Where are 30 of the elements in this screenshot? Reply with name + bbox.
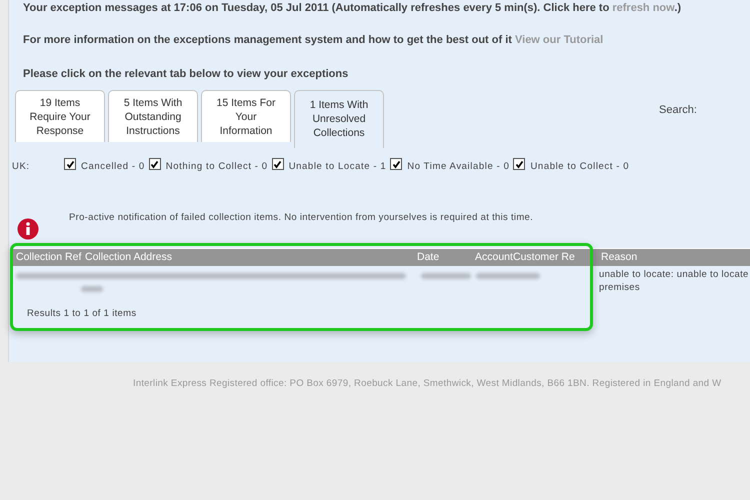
column-header: Date bbox=[417, 251, 440, 263]
column-header: Account bbox=[475, 251, 513, 263]
search-label: Search: bbox=[659, 104, 697, 116]
column-header: Collection Ref bbox=[16, 251, 82, 263]
checkbox[interactable] bbox=[390, 158, 402, 170]
results-text: Results 1 to 1 of 1 items bbox=[26, 308, 138, 319]
status-text: Your exception messages at 17:06 on Tuesday, 05 Jul 2011 (Automatically refreshes every 5 min(s). Click here to refresh now.) bbox=[23, 2, 682, 14]
checkbox[interactable] bbox=[513, 158, 526, 170]
info-text: For more information on the exceptions management system and how to get the best out of it View our Tutorial bbox=[23, 34, 604, 46]
notification-text: Pro-active notification of failed collection items. No intervention from yourselves is required at this time. bbox=[69, 212, 534, 223]
filter-label: Unable to Locate - 1 bbox=[288, 160, 386, 172]
column-header: Reason bbox=[601, 251, 638, 263]
filter-label: Unable to Collect - 0 bbox=[530, 160, 630, 172]
tab[interactable]: 19 Items Require Your Response bbox=[15, 90, 105, 142]
column-header: Collection Address bbox=[85, 251, 172, 263]
checkbox[interactable] bbox=[272, 158, 284, 170]
info-icon bbox=[17, 218, 39, 240]
table-cell: unable to locate: unable to locate premises bbox=[599, 268, 750, 294]
region-label: UK: bbox=[12, 160, 31, 172]
filter-label: Cancelled - 0 bbox=[81, 160, 145, 172]
filter-label: Nothing to Collect - 0 bbox=[166, 160, 268, 172]
checkbox[interactable] bbox=[148, 158, 161, 170]
instruction-text: Please click on the relevant tab below to view your exceptions bbox=[22, 67, 350, 80]
checkbox[interactable] bbox=[64, 158, 76, 170]
footer-text: Interlink Express Registered office: PO Box 6979, Roebuck Lane, Smethwick, West Midlands, B66 1BN. Registered in England and W bbox=[133, 378, 722, 389]
tab[interactable]: 15 Items For Your Information bbox=[201, 90, 291, 142]
tab[interactable]: 5 Items With Outstanding Instructions bbox=[108, 90, 198, 142]
filter-label: No Time Available - 0 bbox=[407, 160, 510, 172]
column-header: Customer Re bbox=[513, 251, 575, 263]
tab[interactable]: 1 Items With Unresolved Collections bbox=[294, 90, 384, 148]
